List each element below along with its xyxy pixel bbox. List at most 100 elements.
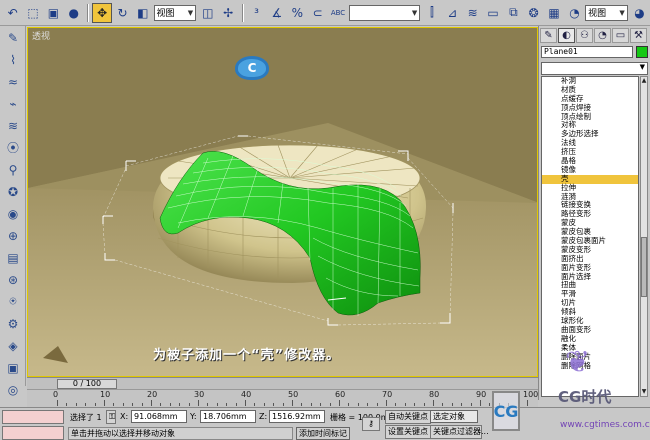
time-slider[interactable]: 0 / 100 <box>57 379 117 389</box>
schematic-icon[interactable]: ⧉ <box>504 3 523 23</box>
set-key-button[interactable]: 设置关键点 <box>385 425 431 439</box>
tool-icon[interactable]: ▣ <box>2 357 24 378</box>
scroll-down-icon[interactable]: ▼ <box>641 388 647 396</box>
timeline-tick <box>151 400 152 406</box>
utilities-tab-icon[interactable]: ⚒ <box>630 28 647 43</box>
viewport-label[interactable]: 透视 <box>32 29 50 42</box>
maxscript-listener-bottom[interactable] <box>2 426 64 440</box>
modifier-list-item[interactable]: 平滑 <box>542 289 638 299</box>
tool-icon[interactable]: ⌇ <box>2 49 24 70</box>
modify-tab-icon[interactable]: ◐ <box>558 28 575 43</box>
tool-icon[interactable]: ⌁ <box>2 93 24 114</box>
select-region-icon[interactable]: ⬚ <box>23 3 42 23</box>
modifier-list-item[interactable]: 晶格 <box>542 156 638 166</box>
modifier-list-item[interactable]: 倾斜 <box>542 307 638 317</box>
tool-icon[interactable]: ✪ <box>2 181 24 202</box>
timeline-tick-label: 90 <box>476 390 487 399</box>
modifier-list-item[interactable]: 切片 <box>542 298 638 308</box>
modifier-list-item[interactable]: 多边形选择 <box>542 129 638 139</box>
timeline-tick <box>198 400 199 406</box>
object-name-field[interactable]: Plane01 <box>541 46 633 58</box>
modifier-list-item[interactable]: 挤压 <box>542 147 638 157</box>
tool-icon[interactable]: ⍟ <box>2 291 24 312</box>
select-object-icon[interactable]: ▣ <box>44 3 63 23</box>
render-last-icon[interactable]: ◕ <box>630 3 649 23</box>
modifier-list-item[interactable]: 镜像 <box>542 165 638 175</box>
render-scene-icon[interactable]: ▦ <box>544 3 563 23</box>
y-coordinate-field[interactable]: 18.706mm <box>200 410 256 423</box>
named-selection-dropdown[interactable]: ▼ <box>348 4 421 21</box>
percent-snap-icon[interactable]: % <box>288 3 307 23</box>
select-manipulate-icon[interactable]: ✢ <box>219 3 238 23</box>
tool-icon[interactable]: ⦿ <box>2 137 24 158</box>
modifier-list-item[interactable]: 材质 <box>542 85 638 95</box>
quick-render-icon[interactable]: ◔ <box>565 3 584 23</box>
tool-icon[interactable]: ◉ <box>2 203 24 224</box>
timeline-minor-tick <box>141 403 143 406</box>
maxscript-listener-top[interactable] <box>2 410 64 424</box>
modifier-list-item[interactable]: 顶点绘制 <box>542 112 638 122</box>
timeline-minor-tick <box>254 403 256 406</box>
spinner-snap-icon[interactable]: ⊂ <box>308 3 327 23</box>
tool-icon[interactable]: ✎ <box>2 27 24 48</box>
modifier-list-item[interactable]: 曲面变形 <box>542 325 638 335</box>
key-selection-dropdown[interactable]: 选定对象 <box>430 410 478 423</box>
motion-tab-icon[interactable]: ◔ <box>594 28 611 43</box>
time-slider-track[interactable]: 0 / 100 <box>27 377 538 389</box>
object-color-swatch[interactable] <box>636 46 648 58</box>
modifier-list-item[interactable]: 壳 <box>542 174 638 184</box>
modifier-list-dropdown[interactable]: ▼ <box>541 62 648 75</box>
lock-selection-icon[interactable]: ⚿ <box>106 410 116 424</box>
mirror-icon[interactable]: ⫿ <box>422 3 441 23</box>
snap-icon[interactable]: ³ <box>247 3 266 23</box>
tool-icon[interactable]: ≈ <box>2 71 24 92</box>
modifier-list-item[interactable]: 蒙皮变形 <box>542 245 638 255</box>
tool-icon[interactable]: ▤ <box>2 247 24 268</box>
modifier-list-item[interactable]: 法线 <box>542 138 638 148</box>
tool-icon[interactable]: ≋ <box>2 115 24 136</box>
reference-coordinate-select[interactable]: 视图 ▼ <box>153 4 197 21</box>
material-editor-icon[interactable]: ❂ <box>524 3 543 23</box>
select-by-name-icon[interactable]: ● <box>64 3 83 23</box>
tool-icon[interactable]: ⊛ <box>2 269 24 290</box>
tool-icon[interactable]: ⚙ <box>2 313 24 334</box>
timeline-minor-tick <box>179 403 181 406</box>
perspective-viewport[interactable]: 透视 C 为被子添加一个“壳”修改器。 <box>27 27 538 377</box>
x-label: X: <box>120 412 129 421</box>
add-time-tag[interactable]: 添加时间标记 <box>296 427 350 440</box>
tool-icon[interactable]: ◎ <box>2 379 24 400</box>
timeline-minor-tick <box>310 403 312 406</box>
track-bar[interactable]: 0 10 20 30 40 50 60 70 80 90 100 <box>27 389 538 407</box>
undo-icon[interactable]: ↶ <box>3 3 22 23</box>
modifier-scrollbar[interactable]: ▲ ▼ <box>640 76 648 397</box>
layer-icon[interactable]: ≋ <box>463 3 482 23</box>
move-icon[interactable]: ✥ <box>92 2 112 23</box>
abc-edit-icon[interactable]: ABC <box>328 3 347 23</box>
scroll-thumb[interactable] <box>641 237 647 297</box>
curve-editor-icon[interactable]: ▭ <box>483 3 502 23</box>
scale-icon[interactable]: ◧ <box>133 3 152 23</box>
auto-key-button[interactable]: 自动关键点 <box>385 410 431 424</box>
scroll-up-icon[interactable]: ▲ <box>641 77 647 85</box>
rotate-icon[interactable]: ↻ <box>113 3 132 23</box>
x-coordinate-field[interactable]: 91.068mm <box>131 410 187 423</box>
key-filters-button[interactable]: 关键点过滤器... <box>430 425 489 439</box>
key-icon[interactable]: ⚷ <box>362 417 380 431</box>
modifier-list-item[interactable]: 路径变形 <box>542 209 638 219</box>
hierarchy-tab-icon[interactable]: ⚇ <box>576 28 593 43</box>
display-tab-icon[interactable]: ▭ <box>612 28 629 43</box>
modifier-list-item[interactable]: 拉伸 <box>542 183 638 193</box>
modifier-list-item[interactable]: 融化 <box>542 334 638 344</box>
tool-icon[interactable]: ⚲ <box>2 159 24 180</box>
align-icon[interactable]: ⊿ <box>443 3 462 23</box>
z-coordinate-field[interactable]: 1516.92mm <box>269 410 325 423</box>
modifier-list-item[interactable]: 补洞 <box>542 77 638 86</box>
modifier-list-item[interactable]: 扭曲 <box>542 281 638 290</box>
tool-icon[interactable]: ◈ <box>2 335 24 356</box>
pivot-icon[interactable]: ◫ <box>198 3 217 23</box>
angle-snap-icon[interactable]: ∡ <box>267 3 286 23</box>
modifier-list-item[interactable]: 面片选择 <box>542 272 638 282</box>
tool-icon[interactable]: ⊕ <box>2 225 24 246</box>
create-tab-icon[interactable]: ✎ <box>540 28 557 43</box>
render-type-dropdown[interactable]: 视图 ▼ <box>585 4 628 21</box>
